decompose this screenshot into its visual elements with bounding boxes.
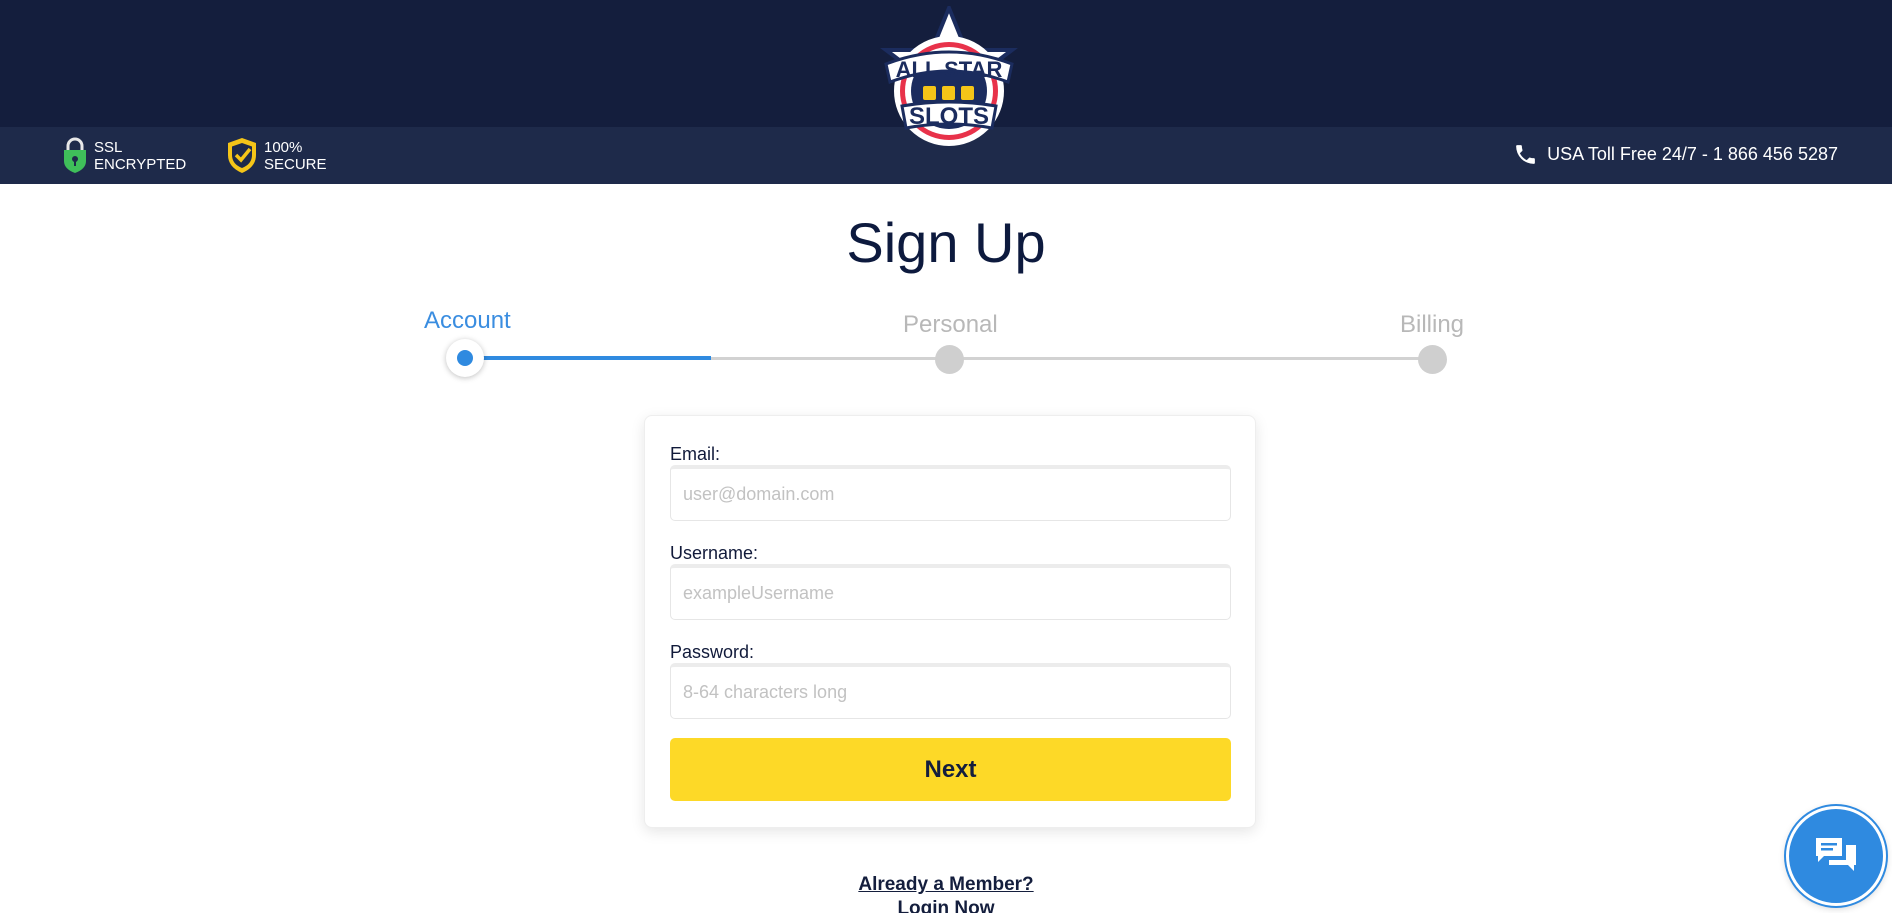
- logo-line2: SLOTS: [909, 103, 989, 130]
- step-billing-node: [1418, 345, 1447, 374]
- username-input[interactable]: [670, 564, 1231, 620]
- step-personal-label: Personal: [903, 311, 998, 338]
- secure-badge: 100% SECURE: [226, 137, 327, 174]
- ssl-encrypted-badge: SSL ENCRYPTED: [62, 137, 186, 174]
- password-input[interactable]: [670, 663, 1231, 719]
- star-logo-icon: ALL STAR SLOTS: [880, 2, 1018, 146]
- signup-form-card: Email: Username: Password: Next: [644, 415, 1256, 828]
- step-personal-node: [935, 345, 964, 374]
- step-account-node: [446, 339, 484, 377]
- phone-icon: [1516, 145, 1535, 164]
- chat-bubbles-icon: [1816, 838, 1856, 871]
- password-label: Password:: [670, 642, 755, 662]
- stepper-progress: [466, 356, 711, 360]
- next-button[interactable]: Next: [670, 738, 1231, 801]
- toll-free-phone[interactable]: USA Toll Free 24/7 - 1 866 456 5287: [1513, 142, 1838, 167]
- username-label: Username:: [670, 543, 759, 563]
- secure-badge-line2: SECURE: [264, 155, 327, 173]
- live-chat-button[interactable]: [1786, 806, 1886, 906]
- check-shield-icon: [228, 138, 256, 173]
- phone-text: USA Toll Free 24/7 - 1 866 456 5287: [1547, 144, 1838, 164]
- logo-line1: ALL STAR: [896, 57, 1003, 82]
- step-account-label: Account: [424, 307, 511, 334]
- email-label: Email:: [670, 444, 721, 464]
- page-title: Sign Up: [846, 211, 1046, 274]
- already-member-link[interactable]: Already a Member?: [858, 874, 1033, 895]
- login-prompt: Already a Member? Login Now: [0, 873, 1892, 913]
- lock-shield-icon: [64, 137, 86, 173]
- step-billing-label: Billing: [1400, 311, 1465, 338]
- login-now-link[interactable]: Login Now: [0, 897, 1892, 913]
- all-star-slots-logo[interactable]: ALL STAR SLOTS: [876, 2, 1022, 148]
- secure-badge-line1: 100%: [264, 138, 303, 156]
- ssl-badge-line1: SSL: [94, 138, 123, 156]
- ssl-badge-line2: ENCRYPTED: [94, 155, 187, 173]
- email-input[interactable]: [670, 465, 1231, 521]
